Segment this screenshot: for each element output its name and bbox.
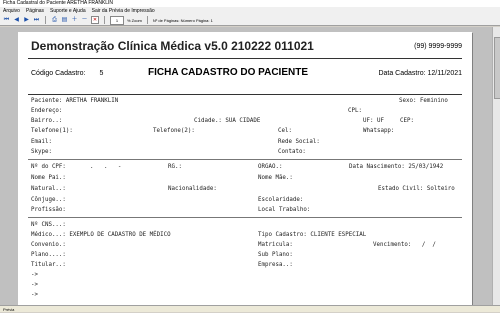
scrollbar-thumb[interactable]: [494, 37, 500, 99]
field-arrow: ->: [31, 282, 38, 288]
code-label: Código Cadastro:: [31, 70, 86, 77]
field-matricula: Matricula:: [258, 242, 293, 248]
close-icon[interactable]: ✕: [91, 16, 99, 24]
field-titular: Titular..:: [31, 262, 66, 268]
divider-line: [28, 217, 462, 218]
page-setup-icon[interactable]: ▤: [61, 17, 68, 24]
next-page-icon[interactable]: ▶: [23, 17, 30, 24]
vertical-scrollbar[interactable]: [492, 27, 500, 305]
last-page-icon[interactable]: ⏭: [33, 17, 40, 24]
field-pai: Nome Pai.:: [31, 175, 66, 181]
field-whatsapp: Whatsapp:: [363, 128, 395, 134]
field-profissao: Profissão:: [31, 207, 66, 213]
field-sub-plano: Sub Plano:: [258, 252, 293, 258]
field-uf: UF: UF: [363, 118, 384, 124]
menu-bar: Arquivo Páginas Suporte e Ajuda Sair da …: [0, 7, 500, 15]
divider-line: [28, 159, 462, 160]
field-local-trabalho: Local Trabalho:: [258, 207, 311, 213]
field-bairro: Bairro..:: [31, 118, 63, 124]
field-telefone2: Telefone(2):: [153, 128, 195, 134]
field-escolaridade: Escolaridade:: [258, 197, 304, 203]
clinic-phone: (99) 9999-9999: [414, 43, 462, 50]
toolbar-separator: [45, 16, 46, 24]
field-contato: Contato:: [278, 149, 306, 155]
field-paciente: Paciente: ARETHA FRANKLIN: [31, 98, 119, 104]
field-convenio: Convenio.:: [31, 242, 66, 248]
clinic-name: Demonstração Clínica Médica v5.0 210222 …: [31, 39, 314, 53]
field-mae: Nome Mãe.:: [258, 175, 293, 181]
field-nascimento: Data Nascimento: 25/03/1942: [349, 164, 444, 170]
window-title: Ficha Cadastral do Paciente ARETHA FRANK…: [0, 0, 500, 7]
zoom-label: % Zoom: [127, 17, 142, 23]
field-cep: CEP:: [400, 118, 414, 124]
menu-suporte[interactable]: Suporte e Ajuda: [50, 7, 86, 15]
field-medico: Médico...: EXEMPLO DE CADASTRO DE MÉDICO: [31, 232, 171, 238]
status-bar: Prévia: [0, 305, 500, 312]
report-page: Demonstração Clínica Médica v5.0 210222 …: [18, 32, 472, 307]
field-orgao: ORGAO.:: [258, 164, 283, 170]
toolbar: ⏮ ◀ ▶ ⏭ ⎙ ▤ ＋ － ✕ 1 % Zoom Nº de Páginas…: [0, 15, 500, 26]
code-value: 5: [99, 70, 104, 77]
registration-date: Data Cadastro: 12/11/2021: [378, 70, 462, 77]
field-tipo-cadastro: Tipo Cadastro: CLIENTE ESPECIAL: [258, 232, 367, 238]
field-natural: Natural..:: [31, 186, 66, 192]
zoom-select[interactable]: 1: [110, 15, 124, 25]
field-rg: RG.:: [168, 164, 182, 170]
field-vencimento: Vencimento: / /: [373, 242, 436, 248]
print-icon[interactable]: ⎙: [51, 17, 58, 24]
divider-line: [28, 58, 462, 59]
field-arrow: ->: [31, 272, 38, 278]
field-skype: Skype:: [31, 149, 52, 155]
prev-page-icon[interactable]: ◀: [13, 17, 20, 24]
toolbar-separator: [146, 16, 148, 24]
zoom-in-icon[interactable]: ＋: [71, 17, 78, 24]
menu-paginas[interactable]: Páginas: [26, 7, 44, 15]
field-email: Email:: [31, 139, 52, 145]
divider-line: [28, 94, 462, 95]
form-title: FICHA CADASTRO DO PACIENTE: [148, 67, 308, 78]
field-endereco: Endereço:: [31, 108, 63, 114]
field-cns: Nº CNS...:: [31, 222, 66, 228]
field-arrow: ->: [31, 292, 38, 298]
field-cpf-mask: . . -: [90, 164, 122, 170]
first-page-icon[interactable]: ⏮: [3, 17, 10, 24]
field-cpf: Nº do CPF:: [31, 164, 66, 170]
field-conjuge: Cônjuge..:: [31, 197, 66, 203]
zoom-out-icon[interactable]: －: [81, 17, 88, 24]
field-empresa: Empresa..:: [258, 262, 293, 268]
code-field: Código Cadastro: 5: [31, 70, 103, 77]
menu-arquivo[interactable]: Arquivo: [3, 7, 20, 15]
field-rede-social: Rede Social:: [278, 139, 320, 145]
field-estado-civil: Estado Civil: Solteiro: [378, 186, 455, 192]
toolbar-separator: [104, 16, 105, 24]
field-cpl: CPL:: [348, 108, 362, 114]
field-plano: Plano....:: [31, 252, 66, 258]
field-telefone1: Telefone(1):: [31, 128, 73, 134]
menu-sair[interactable]: Sair da Prévia de Impressão: [92, 7, 155, 15]
field-cel: Cel:: [278, 128, 292, 134]
field-nacionalidade: Nacionalidade:: [168, 186, 217, 192]
field-sexo: Sexo: Feminino: [399, 98, 448, 104]
page-count-label: Nº de Páginas: Número Página: 1: [152, 17, 213, 23]
field-cidade: Cidade.: SUA CIDADE: [194, 118, 261, 124]
